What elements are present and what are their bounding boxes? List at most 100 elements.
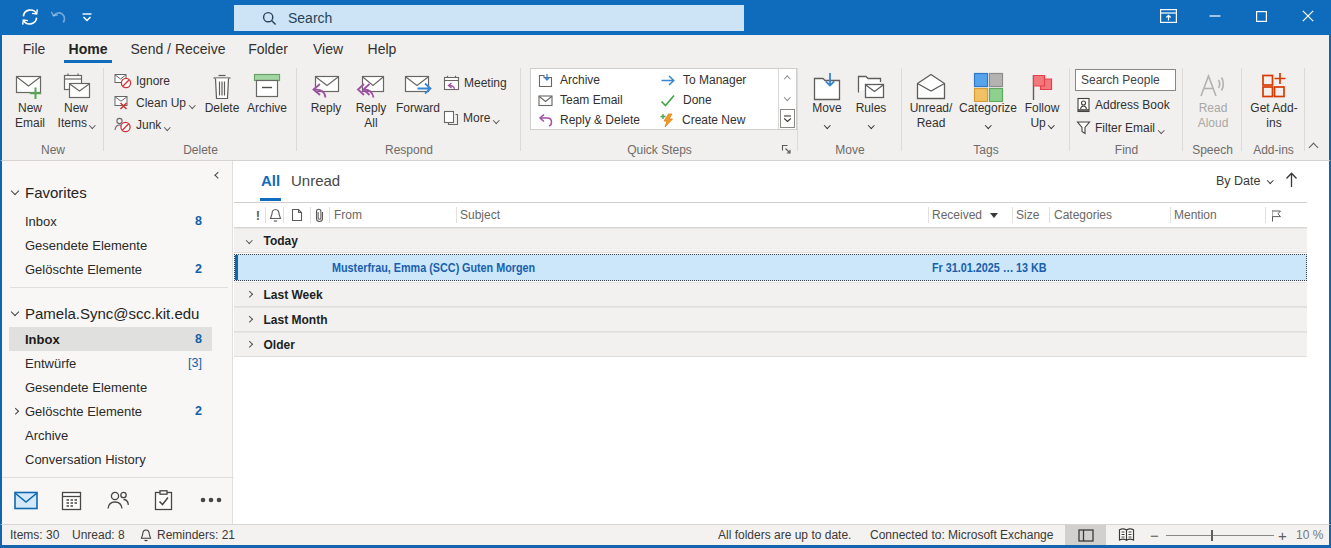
reply-all-button[interactable]: Reply All — [349, 69, 393, 131]
ribbon-display-options-button[interactable] — [1145, 0, 1191, 35]
reply-button[interactable]: Reply — [304, 69, 348, 116]
tab-view[interactable]: View — [306, 35, 350, 63]
zoom-slider-thumb[interactable] — [1211, 530, 1213, 541]
flag-status-column-header[interactable] — [1267, 203, 1285, 227]
tab-home[interactable]: Home — [62, 35, 114, 63]
minimize-button[interactable] — [1192, 0, 1238, 35]
undo-button[interactable] — [47, 7, 69, 29]
sort-direction-button[interactable] — [1285, 172, 1298, 191]
dropdown-icon — [164, 124, 170, 130]
folder-favorites-geloeschte-elemente[interactable]: Gelöschte Elemente 2 — [2, 257, 212, 281]
clean-up-button[interactable]: Clean Up — [114, 94, 195, 111]
folder-inbox[interactable]: Inbox 8 — [9, 327, 212, 351]
group-row-older[interactable]: Older — [234, 332, 1307, 357]
archive-button[interactable]: Archive — [243, 69, 291, 116]
chevron-right-icon[interactable] — [12, 408, 18, 414]
categorize-button[interactable]: Categorize — [957, 69, 1019, 131]
quick-step-archive[interactable]: Archive — [538, 70, 600, 90]
quick-step-team-email[interactable]: Team Email — [538, 90, 623, 110]
gallery-scroll-down-button[interactable] — [779, 89, 796, 109]
nav-mail-button[interactable] — [13, 488, 39, 512]
nav-people-button[interactable] — [105, 488, 131, 512]
move-button[interactable]: Move — [805, 69, 849, 131]
attachment-column-header[interactable] — [311, 203, 328, 227]
tab-send-receive[interactable]: Send / Receive — [126, 35, 230, 63]
zoom-out-button[interactable]: − — [1150, 525, 1159, 545]
quick-step-to-manager[interactable]: To Manager — [660, 70, 746, 90]
delete-button[interactable]: Delete — [200, 69, 244, 116]
received-column-header[interactable]: Received — [932, 203, 998, 227]
filter-email-button[interactable]: Filter Email — [1076, 120, 1164, 135]
send-receive-all-folders-button[interactable] — [19, 7, 41, 29]
collapse-ribbon-button[interactable] — [1310, 140, 1317, 154]
address-book-button[interactable]: Address Book — [1076, 97, 1170, 113]
gallery-scroll-up-button[interactable] — [779, 69, 796, 89]
folder-entwuerfe[interactable]: Entwürfe [3] — [2, 351, 212, 375]
mention-column-header[interactable]: Mention — [1174, 203, 1217, 227]
search-people-input[interactable]: Search People — [1075, 69, 1176, 91]
meeting-button[interactable]: Meeting — [443, 75, 507, 91]
junk-button[interactable]: Junk — [114, 116, 170, 133]
quick-steps-dialog-launcher[interactable] — [781, 144, 793, 156]
folder-favorites-gesendete-elemente[interactable]: Gesendete Elemente — [2, 233, 212, 257]
gallery-more-button[interactable] — [780, 109, 795, 128]
group-label-speech: Speech — [1183, 143, 1242, 157]
zoom-in-button[interactable]: + — [1278, 525, 1287, 545]
categories-column-header[interactable]: Categories — [1054, 203, 1112, 227]
nav-tasks-button[interactable] — [150, 488, 176, 512]
from-column-header[interactable]: From — [334, 203, 362, 227]
item-type-column-header[interactable] — [286, 203, 308, 227]
size-column-header[interactable]: Size — [1016, 203, 1039, 227]
more-respond-button[interactable]: More — [443, 110, 499, 126]
folder-favorites-inbox[interactable]: Inbox 8 — [2, 209, 212, 233]
tab-unread[interactable]: Unread — [291, 172, 340, 189]
folder-archive[interactable]: Archive — [2, 423, 212, 447]
search-bar[interactable]: Search — [234, 5, 744, 31]
folder-conversation-history[interactable]: Conversation History — [2, 447, 212, 471]
tab-folder[interactable]: Folder — [242, 35, 294, 63]
quick-step-reply-delete-icon — [538, 113, 553, 127]
quick-step-create-new[interactable]: Create New — [660, 110, 745, 130]
status-items[interactable]: Items: 30 — [10, 525, 59, 545]
close-button[interactable] — [1285, 0, 1331, 35]
follow-up-button[interactable]: Follow Up — [1019, 69, 1065, 131]
reading-view-button[interactable] — [1106, 525, 1147, 545]
quick-step-reply-delete[interactable]: Reply & Delete — [538, 110, 640, 130]
get-add-ins-button[interactable]: Get Add-ins — [1248, 69, 1300, 131]
group-row-last-week[interactable]: Last Week — [234, 282, 1307, 307]
read-aloud-label: Read Aloud — [1191, 101, 1235, 131]
normal-view-button[interactable] — [1065, 525, 1106, 545]
minimize-folder-pane-button[interactable] — [216, 166, 221, 180]
maximize-button[interactable] — [1238, 0, 1284, 35]
read-aloud-button[interactable]: Read Aloud — [1188, 69, 1238, 131]
tab-help[interactable]: Help — [360, 35, 404, 63]
nav-more-button[interactable] — [198, 488, 224, 512]
ignore-button[interactable]: Ignore — [114, 72, 170, 89]
tab-all[interactable]: All — [261, 172, 280, 189]
forward-button[interactable]: Forward — [394, 69, 442, 116]
group-row-last-month[interactable]: Last Month — [234, 307, 1307, 332]
folder-gesendete-elemente[interactable]: Gesendete Elemente — [2, 375, 212, 399]
sort-by-button[interactable]: By Date — [1216, 174, 1272, 188]
nav-calendar-button[interactable] — [58, 488, 84, 512]
importance-column-header[interactable]: ! — [252, 203, 264, 227]
folder-geloeschte-elemente[interactable]: Gelöschte Elemente 2 — [2, 399, 212, 423]
archive-icon — [252, 69, 282, 101]
zoom-slider-track[interactable] — [1166, 535, 1274, 536]
new-email-button[interactable]: New Email — [7, 69, 53, 131]
message-row[interactable]: Musterfrau, Emma (SCC) Guten Morgen Fr 3… — [234, 254, 1307, 281]
new-items-button[interactable]: New Items — [53, 69, 99, 131]
favorites-section-header[interactable]: Favorites — [2, 182, 232, 202]
unread-read-button[interactable]: Unread/ Read — [905, 69, 957, 131]
group-row-today[interactable]: Today — [234, 228, 1307, 253]
tab-file[interactable]: File — [12, 35, 56, 63]
subject-column-header[interactable]: Subject — [460, 203, 500, 227]
status-unread[interactable]: Unread: 8 — [72, 525, 125, 545]
rules-button[interactable]: Rules — [849, 69, 893, 131]
reminder-column-header[interactable] — [267, 203, 283, 227]
account-section-header[interactable]: Pamela.Sync@scc.kit.edu — [2, 303, 232, 323]
status-reminders[interactable]: Reminders: 21 — [140, 525, 235, 545]
zoom-level[interactable]: 10 % — [1296, 525, 1323, 545]
customize-quick-access-toolbar-button[interactable] — [76, 7, 98, 29]
quick-step-done[interactable]: Done — [660, 90, 712, 110]
